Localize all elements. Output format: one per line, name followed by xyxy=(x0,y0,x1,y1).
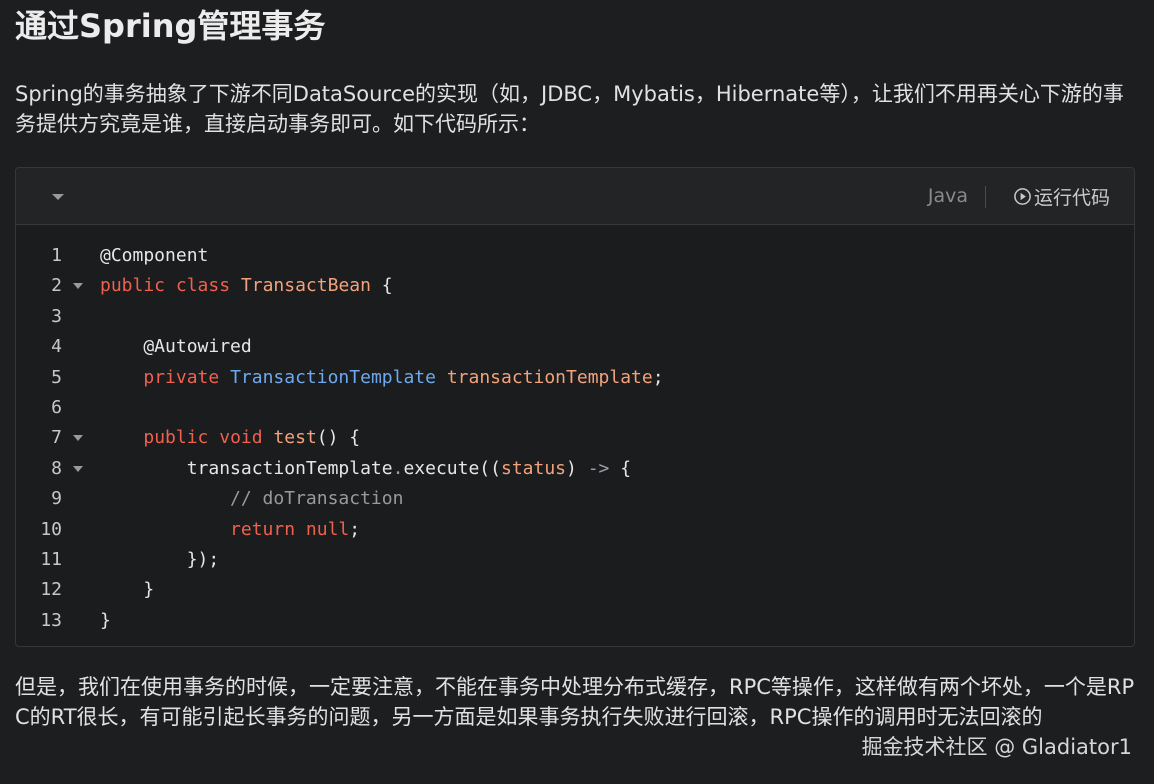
line-number: 11 xyxy=(40,548,62,570)
code-text: } xyxy=(100,575,154,605)
line-number: 10 xyxy=(40,518,62,540)
code-token: null xyxy=(305,518,350,540)
code-line: 5 private TransactionTemplate transactio… xyxy=(16,363,1134,393)
line-number: 8 xyxy=(51,457,62,479)
code-token: } xyxy=(100,579,155,601)
article-heading: 通过Spring管理事务 xyxy=(15,7,326,45)
code-line: 3 xyxy=(16,302,1134,332)
code-token: public xyxy=(100,275,166,297)
code-token: TransactionTemplate xyxy=(230,366,436,388)
code-token: transactionTemplate xyxy=(446,366,653,388)
fold-caret-icon[interactable] xyxy=(73,283,83,290)
code-text: public class TransactBean { xyxy=(100,271,393,301)
code-token: . xyxy=(392,457,404,479)
code-block-header: Java 运行代码 xyxy=(16,168,1134,225)
code-language-label: Java xyxy=(927,185,968,207)
code-token: } xyxy=(100,609,111,631)
code-token: ; xyxy=(652,366,664,388)
closing-paragraph: 但是，我们在使用事务的时候，一定要注意，不能在事务中处理分布式缓存，RPC等操作… xyxy=(15,675,1135,729)
code-text: // doTransaction xyxy=(100,484,403,514)
code-line: 6 xyxy=(16,393,1134,423)
code-line: 10 return null; xyxy=(16,515,1134,545)
code-token: { xyxy=(370,275,393,297)
code-token: ; xyxy=(349,518,361,540)
line-number: 3 xyxy=(51,305,62,327)
fold-caret-icon[interactable] xyxy=(73,435,83,442)
line-number: 2 xyxy=(51,275,62,297)
code-text: public void test() { xyxy=(100,423,360,453)
code-token: // doTransaction xyxy=(100,488,404,510)
code-line: 13} xyxy=(16,606,1134,636)
code-token: { xyxy=(609,457,632,479)
run-code-button[interactable]: 运行代码 xyxy=(1013,182,1110,210)
code-token: execute(( xyxy=(403,457,501,479)
code-block: Java 运行代码 1 @Component 2 public class Trans… xyxy=(15,167,1135,647)
code-token: class xyxy=(175,275,231,297)
code-token: () { xyxy=(316,427,361,449)
code-line: 9 // doTransaction xyxy=(16,484,1134,514)
line-number: 13 xyxy=(40,609,62,631)
code-token: TransactBean xyxy=(240,275,371,297)
code-line: 12 } xyxy=(16,575,1134,605)
code-line: 8 transactionTemplate.execute((status) -… xyxy=(16,454,1134,484)
code-token: }); xyxy=(100,548,220,570)
code-line: 11 }); xyxy=(16,545,1134,575)
code-body[interactable]: 1 @Component 2 public class TransactBean {3… xyxy=(16,241,1134,636)
code-text: private TransactionTemplate transactionT… xyxy=(100,363,664,393)
code-text: return null; xyxy=(100,515,360,545)
code-line: 7 public void test() { xyxy=(16,423,1134,453)
code-text: transactionTemplate.execute((status) -> … xyxy=(100,454,631,484)
line-number: 5 xyxy=(51,366,62,388)
line-number: 1 xyxy=(51,245,62,266)
intro-paragraph: Spring的事务抽象了下游不同DataSource的实现（如，JDBC，Myb… xyxy=(15,82,1124,136)
code-text: @Component xyxy=(100,241,208,271)
header-divider xyxy=(985,186,986,208)
code-token: @Autowired xyxy=(100,336,252,358)
line-number: 7 xyxy=(51,427,62,449)
code-line: 1 @Component xyxy=(16,241,1134,271)
play-circle-icon xyxy=(1014,187,1031,205)
watermark: 掘金技术社区 @ Gladiator1 xyxy=(861,735,1132,759)
code-text: }); xyxy=(100,545,220,575)
code-text: } xyxy=(100,606,111,636)
chevron-down-icon[interactable] xyxy=(52,194,64,200)
code-line: 2 public class TransactBean { xyxy=(16,271,1134,301)
code-token: void xyxy=(219,427,263,449)
run-code-label: 运行代码 xyxy=(1033,186,1110,209)
code-token: transactionTemplate xyxy=(100,457,393,479)
code-token: -> xyxy=(587,457,610,479)
code-token: ) xyxy=(566,457,588,479)
line-number: 12 xyxy=(40,579,62,601)
line-number: 6 xyxy=(51,396,62,418)
line-number: 9 xyxy=(51,488,62,510)
code-token: @Component xyxy=(100,245,209,266)
fold-caret-icon[interactable] xyxy=(73,465,83,472)
code-token: test xyxy=(273,427,317,449)
line-number: 4 xyxy=(51,336,62,358)
code-text: @Autowired xyxy=(100,332,252,362)
code-token: public xyxy=(143,427,209,449)
code-token: private xyxy=(143,366,220,388)
code-token: status xyxy=(501,457,567,479)
code-line: 4 @Autowired xyxy=(16,332,1134,362)
code-token: return xyxy=(230,518,296,540)
